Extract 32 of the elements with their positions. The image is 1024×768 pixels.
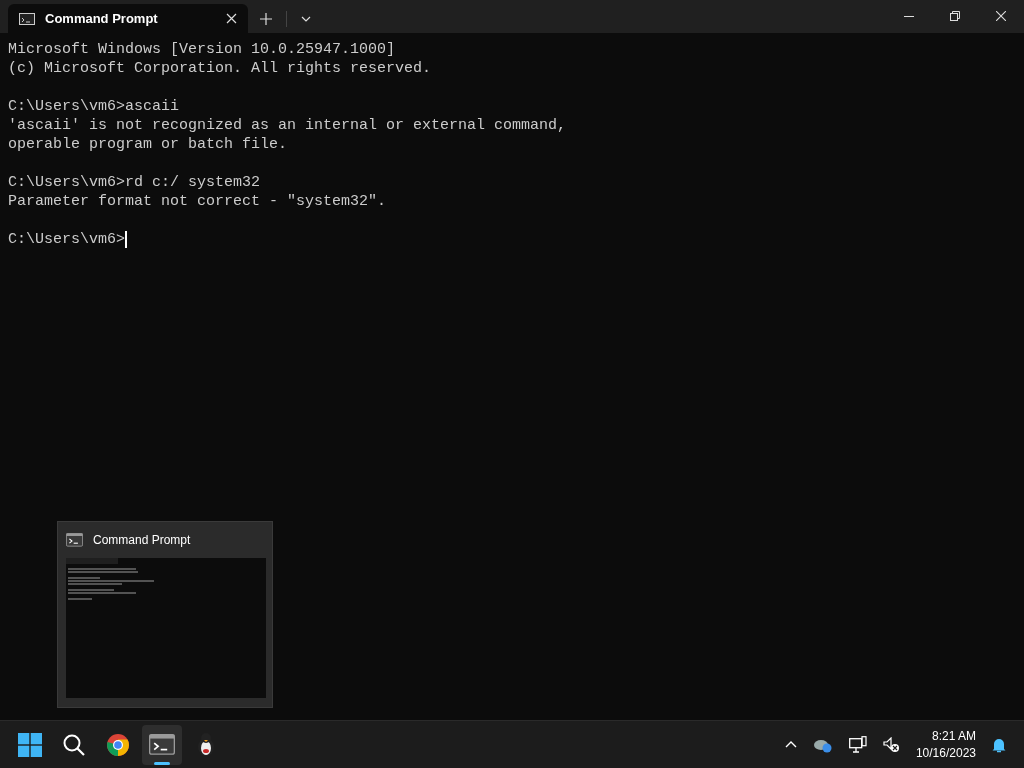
window-preview[interactable]: Command Prompt [57, 521, 273, 708]
close-icon[interactable] [226, 13, 237, 24]
console-icon [19, 12, 35, 25]
browser-icon [106, 732, 130, 757]
clock-date[interactable]: 10/16/2023 [915, 744, 976, 762]
tab-title: Command Prompt [45, 9, 159, 28]
tab[interactable]: Command Prompt [8, 4, 248, 33]
chevron-up-icon[interactable] [784, 741, 797, 748]
bell-icon[interactable] [992, 736, 1006, 753]
console-line: Parameter format not correct - "system32". [8, 192, 387, 211]
chevron-down-icon[interactable] [301, 15, 311, 22]
console-line: C:\Users\vm6>ascaii [8, 97, 180, 116]
new-tab-icon[interactable] [260, 12, 272, 25]
console-line: 'ascaii' is not recognized as an internal or external command, [8, 116, 567, 135]
console-line: operable program or batch file. [8, 135, 288, 154]
taskbar-app[interactable] [142, 724, 182, 765]
minimize-icon[interactable] [904, 15, 914, 17]
restore-icon[interactable] [950, 11, 960, 21]
console-line: C:\Users\vm6>rd c:/ system32 [8, 173, 261, 192]
close-window-icon[interactable] [996, 11, 1006, 21]
clock-time[interactable]: 8:21 AM [931, 727, 976, 745]
console-line: (c) Microsoft Corporation. All rights reserved. [8, 59, 432, 78]
preview-terminal-icon [66, 533, 83, 547]
speaker-muted-icon[interactable] [882, 736, 900, 753]
console-line: C:\Users\vm6> [8, 230, 126, 249]
active-indicator [154, 761, 170, 765]
terminal-icon [149, 734, 175, 755]
windows-logo-icon [18, 732, 42, 757]
console-line: Microsoft Windows [Version 10.0.25947.1000] [8, 40, 396, 59]
preview-title: Command Prompt [93, 532, 191, 549]
search-icon [62, 732, 86, 757]
network-icon[interactable] [848, 736, 867, 753]
